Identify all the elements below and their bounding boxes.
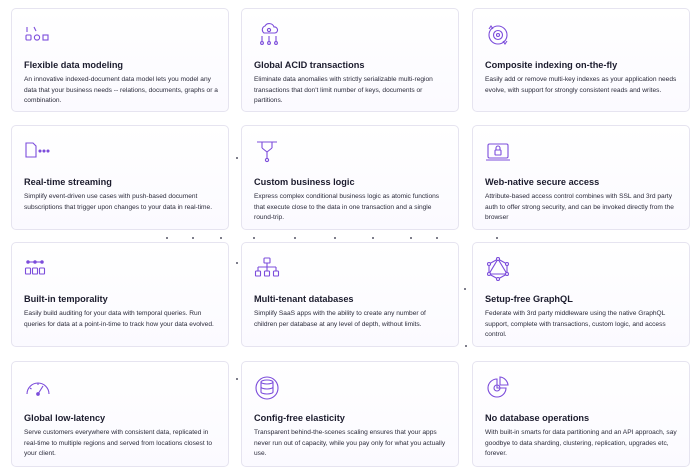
feature-description: Simplify SaaS apps with the ability to c… xyxy=(254,310,426,328)
decorative-dot xyxy=(192,237,194,239)
feature-description: Simplify event-driven use cases with pus… xyxy=(24,193,213,211)
feature-card-web-native-secure-access: Web-native secure access Attribute-based… xyxy=(472,125,690,230)
feature-description: Serve customers everywhere with consiste… xyxy=(24,429,213,458)
decorative-dot xyxy=(294,237,296,239)
decorative-dot xyxy=(372,237,374,239)
transactions-icon xyxy=(254,23,282,47)
temporality-icon xyxy=(24,257,52,281)
feature-description: Easily add or remove multi-key indexes a… xyxy=(485,76,677,94)
no-ops-icon xyxy=(485,376,513,400)
feature-card-no-database-operations: No database operations With built-in sma… xyxy=(472,361,690,467)
feature-description: Transparent behind-the-scenes scaling en… xyxy=(254,429,446,458)
feature-title: Composite indexing on-the-fly xyxy=(485,60,618,70)
feature-card-flexible-data-modeling: Flexible data modeling An innovative ind… xyxy=(11,8,229,112)
feature-title: Setup-free GraphQL xyxy=(485,294,573,304)
feature-description: With built-in smarts for data partitioni… xyxy=(485,429,677,458)
lock-icon xyxy=(485,140,513,164)
feature-card-composite-indexing: Composite indexing on-the-fly Easily add… xyxy=(472,8,690,112)
feature-description: Attribute-based access control combines … xyxy=(485,193,674,222)
feature-title: Custom business logic xyxy=(254,177,355,187)
decorative-dot xyxy=(496,237,498,239)
decorative-dot xyxy=(465,345,467,347)
decorative-dot xyxy=(253,237,255,239)
decorative-dot xyxy=(410,237,412,239)
decorative-dot xyxy=(236,262,238,264)
feature-card-real-time-streaming: Real-time streaming Simplify event-drive… xyxy=(11,125,229,230)
decorative-dot xyxy=(236,378,238,380)
feature-title: Web-native secure access xyxy=(485,177,600,187)
feature-title: Multi-tenant databases xyxy=(254,294,354,304)
feature-description: An innovative indexed-document data mode… xyxy=(24,76,218,105)
elasticity-icon xyxy=(254,376,282,400)
feature-description: Federate with 3rd party middleware using… xyxy=(485,310,666,339)
decorative-dot xyxy=(166,237,168,239)
feature-title: Real-time streaming xyxy=(24,177,112,187)
feature-card-global-acid-transactions: Global ACID transactions Eliminate data … xyxy=(241,8,459,112)
feature-card-built-in-temporality: Built-in temporality Easily build auditi… xyxy=(11,242,229,347)
decorative-dot xyxy=(334,237,336,239)
decorative-dot xyxy=(236,157,238,159)
feature-description: Eliminate data anomalies with strictly s… xyxy=(254,76,433,105)
feature-title: Built-in temporality xyxy=(24,294,108,304)
indexing-icon xyxy=(485,23,513,47)
business-logic-icon xyxy=(254,140,282,164)
feature-title: Config-free elasticity xyxy=(254,413,345,423)
decorative-dot xyxy=(436,237,438,239)
data-model-icon xyxy=(24,23,52,47)
feature-card-config-free-elasticity: Config-free elasticity Transparent behin… xyxy=(241,361,459,467)
decorative-dot xyxy=(464,288,466,290)
latency-gauge-icon xyxy=(24,376,52,400)
streaming-icon xyxy=(24,140,52,164)
feature-title: No database operations xyxy=(485,413,590,423)
feature-title: Global low-latency xyxy=(24,413,106,423)
feature-title: Global ACID transactions xyxy=(254,60,365,70)
feature-card-global-low-latency: Global low-latency Serve customers every… xyxy=(11,361,229,467)
decorative-dot xyxy=(220,237,222,239)
feature-card-multi-tenant-databases: Multi-tenant databases Simplify SaaS app… xyxy=(241,242,459,347)
multi-tenant-icon xyxy=(254,257,282,281)
feature-description: Easily build auditing for your data with… xyxy=(24,310,214,328)
feature-description: Express complex conditional business log… xyxy=(254,193,440,222)
feature-title: Flexible data modeling xyxy=(24,60,124,70)
feature-card-setup-free-graphql: Setup-free GraphQL Federate with 3rd par… xyxy=(472,242,690,347)
graphql-icon xyxy=(485,257,513,281)
feature-card-custom-business-logic: Custom business logic Express complex co… xyxy=(241,125,459,230)
